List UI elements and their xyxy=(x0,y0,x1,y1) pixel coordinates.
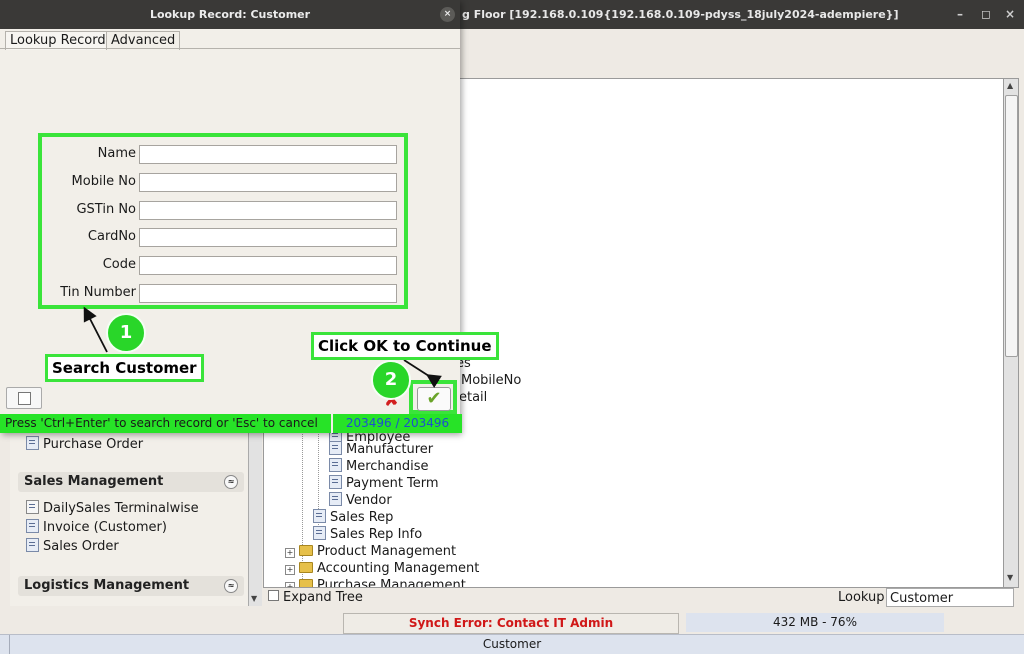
arrow-to-search-fields xyxy=(83,306,108,353)
step-1-callout: Search Customer xyxy=(45,354,204,382)
step-2-badge: 2 xyxy=(371,360,411,400)
step-1-badge: 1 xyxy=(106,313,146,353)
annotation-arrows xyxy=(83,306,442,388)
step-2-callout: Click OK to Continue xyxy=(311,332,499,360)
